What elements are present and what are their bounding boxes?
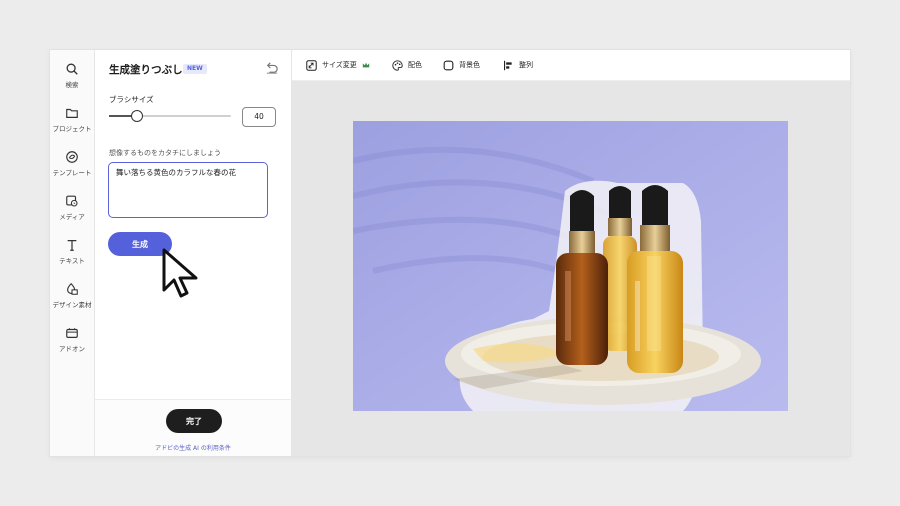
mouse-pointer-icon: [162, 248, 198, 298]
rail-item-label: 検索: [65, 81, 79, 89]
new-badge: NEW: [183, 64, 207, 74]
product-photo[interactable]: [353, 121, 788, 411]
rail-item-label: テンプレート: [52, 169, 92, 177]
app-window: 検索 プロジェクト テンプレート メディア テキスト デザイン素材 アドオン 生…: [50, 50, 850, 456]
rail-item-label: プロジェクト: [52, 125, 92, 133]
terms-link[interactable]: アドビの生成 AI の利用条件: [95, 443, 291, 452]
align-icon: [504, 60, 512, 70]
media-icon: [66, 195, 78, 207]
resize-icon: [306, 59, 317, 71]
search-icon: [66, 63, 78, 75]
color-palette-button[interactable]: 配色: [392, 58, 422, 72]
brush-size-slider[interactable]: [109, 110, 231, 122]
shapes-icon: [67, 282, 78, 295]
premium-crown-icon: [362, 62, 369, 68]
align-label: 整列: [519, 61, 533, 69]
rail-item-media[interactable]: メディア: [50, 194, 94, 234]
rail-item-projects[interactable]: プロジェクト: [50, 106, 94, 146]
rail-item-label: テキスト: [59, 257, 85, 265]
top-toolbar: サイズ変更 配色 背景色 整列: [292, 50, 850, 81]
done-button[interactable]: 完了: [166, 409, 222, 433]
panel-footer: 完了 アドビの生成 AI の利用条件: [95, 399, 291, 456]
rail-item-search[interactable]: 検索: [50, 62, 94, 102]
brush-size-input[interactable]: 40: [242, 107, 276, 127]
rail-item-templates[interactable]: テンプレート: [50, 150, 94, 190]
prompt-label: 想像するものをカタチにしましょう: [109, 149, 221, 157]
color-palette-label: 配色: [408, 61, 422, 69]
rail-item-label: デザイン素材: [52, 301, 92, 309]
generative-fill-panel: 生成塗りつぶし NEW ブラシサイズ 40 想像するものをカタチにしましょう 舞…: [95, 50, 292, 456]
left-rail: 検索 プロジェクト テンプレート メディア テキスト デザイン素材 アドオン: [50, 50, 95, 456]
align-button[interactable]: 整列: [503, 58, 533, 72]
undo-icon[interactable]: [265, 62, 279, 74]
template-icon: [66, 151, 78, 163]
rail-item-text[interactable]: テキスト: [50, 238, 94, 278]
background-color-label: 背景色: [459, 61, 480, 69]
resize-button[interactable]: サイズ変更: [306, 58, 370, 72]
rail-item-addons[interactable]: アドオン: [50, 326, 94, 366]
background-color-button[interactable]: 背景色: [443, 58, 480, 72]
palette-icon: [392, 59, 403, 71]
prompt-input[interactable]: 舞い落ちる黄色のカラフルな春の花: [108, 162, 268, 218]
rail-item-label: メディア: [59, 213, 85, 221]
rail-item-label: アドオン: [59, 345, 85, 353]
panel-title: 生成塗りつぶし: [109, 64, 183, 76]
canvas-area: [292, 81, 850, 456]
background-color-icon: [443, 60, 454, 70]
resize-label: サイズ変更: [322, 61, 357, 69]
rail-item-design-assets[interactable]: デザイン素材: [50, 282, 94, 322]
brush-size-slider-handle[interactable]: [131, 110, 144, 122]
text-icon: [67, 240, 77, 251]
folder-icon: [66, 108, 78, 118]
serum-bottles-image: [353, 121, 788, 411]
addon-icon: [66, 328, 78, 338]
brush-size-label: ブラシサイズ: [109, 95, 154, 104]
